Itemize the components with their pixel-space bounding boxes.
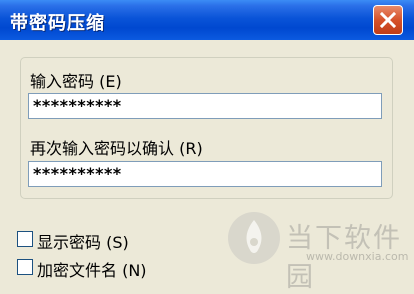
title-bar: 带密码压缩 bbox=[0, 0, 414, 40]
close-button[interactable] bbox=[373, 5, 403, 35]
confirm-password-label: 再次输入密码以确认 (R) bbox=[30, 139, 203, 158]
watermark: 当下软件园 www.downxia.com bbox=[222, 200, 414, 293]
watermark-url: www.downxia.com bbox=[306, 250, 409, 263]
password-input[interactable]: ********** bbox=[28, 93, 382, 119]
encrypt-filenames-checkbox[interactable] bbox=[17, 259, 33, 275]
window-title: 带密码压缩 bbox=[10, 13, 105, 34]
password-value: ********** bbox=[33, 96, 122, 115]
downxia-logo-icon bbox=[228, 212, 280, 264]
confirm-password-value: ********** bbox=[33, 164, 122, 183]
confirm-password-input[interactable]: ********** bbox=[28, 161, 382, 187]
show-password-label: 显示密码 (S) bbox=[37, 233, 129, 252]
password-label: 输入密码 (E) bbox=[30, 72, 122, 91]
show-password-checkbox[interactable] bbox=[17, 231, 33, 247]
close-icon bbox=[380, 12, 396, 28]
encrypt-filenames-label: 加密文件名 (N) bbox=[37, 261, 147, 280]
